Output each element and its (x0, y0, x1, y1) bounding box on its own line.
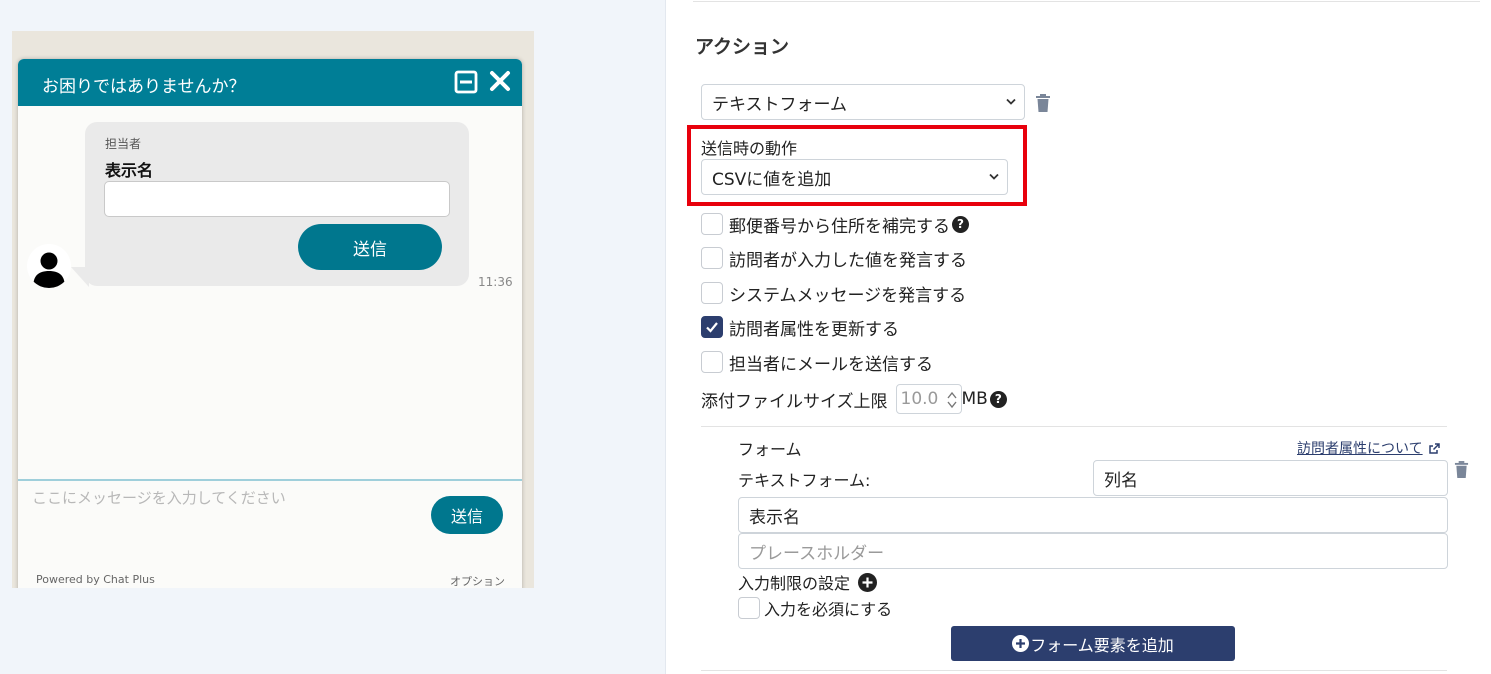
form-divider (701, 426, 1447, 427)
option-label: 担当者にメールを送信する (729, 354, 933, 375)
avatar (27, 244, 71, 288)
message-send-button[interactable]: 送信 (431, 496, 503, 534)
option-update-visitor-attributes[interactable]: 訪問者属性を更新する (701, 315, 899, 340)
number-spinner-icon[interactable] (946, 391, 957, 409)
add-form-element-button[interactable]: フォーム要素を追加 (951, 626, 1235, 661)
option-echo-visitor-input[interactable]: 訪問者が入力した値を発言する (701, 246, 967, 271)
visitor-attributes-link[interactable]: 訪問者属性について (1297, 438, 1440, 458)
close-icon[interactable] (488, 69, 512, 93)
add-form-element-label: フォーム要素を追加 (1030, 635, 1174, 655)
chat-widget: お困りではありませんか？ 担当者 表示名 送信 11:36 ここにメッセージを入… (18, 59, 522, 588)
display-name-input[interactable]: 表示名 (738, 497, 1448, 533)
form-field-label: 表示名 (105, 161, 154, 180)
action-type-value: テキストフォーム (712, 94, 847, 115)
input-divider (18, 479, 522, 481)
preview-panel: お困りではありませんか？ 担当者 表示名 送信 11:36 ここにメッセージを入… (0, 0, 666, 674)
required-checkbox[interactable] (738, 597, 760, 619)
trash-icon[interactable] (1035, 94, 1051, 112)
display-name-field[interactable] (104, 181, 450, 217)
message-timestamp: 11:36 (478, 275, 513, 289)
option-link[interactable]: オプション (450, 573, 505, 588)
required-label: 入力を必須にする (764, 600, 893, 619)
action-type-select[interactable]: テキストフォーム (701, 84, 1025, 120)
option-system-message[interactable]: システムメッセージを発言する (701, 281, 967, 306)
attachment-limit-row: 添付ファイルサイズ上限 10.0 MB ? (701, 384, 1007, 414)
visitor-attributes-link-text: 訪問者属性について (1297, 441, 1423, 457)
attachment-limit-value: 10.0 (900, 389, 939, 409)
bottom-divider (701, 670, 1447, 671)
external-link-icon (1428, 442, 1440, 454)
option-postal-autofill[interactable]: 郵便番号から住所を補完する ? (701, 212, 969, 237)
widget-title: お困りではありませんか？ (42, 77, 246, 97)
top-divider (693, 1, 1480, 2)
checkmark-icon (706, 322, 718, 333)
chevron-down-icon (989, 173, 999, 180)
submit-behavior-select[interactable]: CSVに値を追加 (701, 159, 1008, 195)
plus-circle-icon[interactable] (858, 572, 878, 592)
column-name-value: 列名 (1104, 470, 1138, 491)
trash-icon[interactable] (1454, 461, 1469, 478)
chevron-down-icon (1006, 98, 1016, 105)
help-icon[interactable]: ? (952, 215, 969, 233)
option-email-agent[interactable]: 担当者にメールを送信する (701, 350, 933, 375)
form-send-button[interactable]: 送信 (298, 224, 442, 270)
section-title: アクション (695, 36, 790, 58)
option-label: 郵便番号から住所を補完する (729, 216, 950, 237)
submit-behavior-label: 送信時の動作 (701, 139, 798, 158)
required-row[interactable]: 入力を必須にする (738, 596, 892, 620)
user-icon (27, 244, 71, 288)
option-label: 訪問者が入力した値を発言する (729, 250, 967, 271)
plus-circle-icon (1012, 635, 1030, 652)
email-agent-checkbox[interactable] (701, 351, 723, 373)
text-form-label: テキストフォーム: (738, 471, 871, 490)
message-input[interactable]: ここにメッセージを入力してください (32, 487, 286, 508)
attachment-limit-input[interactable]: 10.0 (895, 384, 962, 414)
attachment-limit-unit: MB (961, 389, 988, 409)
placeholder-text: プレースホルダー (749, 543, 885, 564)
powered-by-text: Powered by Chat Plus (36, 573, 155, 586)
widget-preview-frame: お困りではありませんか？ 担当者 表示名 送信 11:36 ここにメッセージを入… (12, 31, 534, 588)
agent-label: 担当者 (105, 137, 142, 151)
option-label: システムメッセージを発言する (729, 285, 967, 306)
input-restriction-row[interactable]: 入力制限の設定 (738, 572, 878, 593)
update-attributes-checkbox[interactable] (701, 316, 723, 338)
attachment-limit-label: 添付ファイルサイズ上限 (701, 391, 888, 412)
widget-header: お困りではありませんか？ (18, 59, 522, 106)
submit-behavior-value: CSVに値を追加 (712, 169, 832, 190)
form-label: フォーム (738, 440, 802, 459)
echo-input-checkbox[interactable] (701, 247, 723, 269)
help-icon[interactable]: ? (989, 390, 1007, 408)
display-name-value: 表示名 (749, 507, 800, 528)
minimize-icon[interactable] (454, 70, 478, 94)
placeholder-input[interactable]: プレースホルダー (738, 533, 1448, 569)
postal-autofill-checkbox[interactable] (701, 213, 723, 235)
agent-message-bubble: 担当者 表示名 送信 (85, 122, 469, 286)
option-label: 訪問者属性を更新する (729, 319, 899, 340)
column-name-input[interactable]: 列名 (1093, 460, 1448, 496)
input-restriction-label: 入力制限の設定 (738, 574, 851, 593)
system-message-checkbox[interactable] (701, 282, 723, 304)
